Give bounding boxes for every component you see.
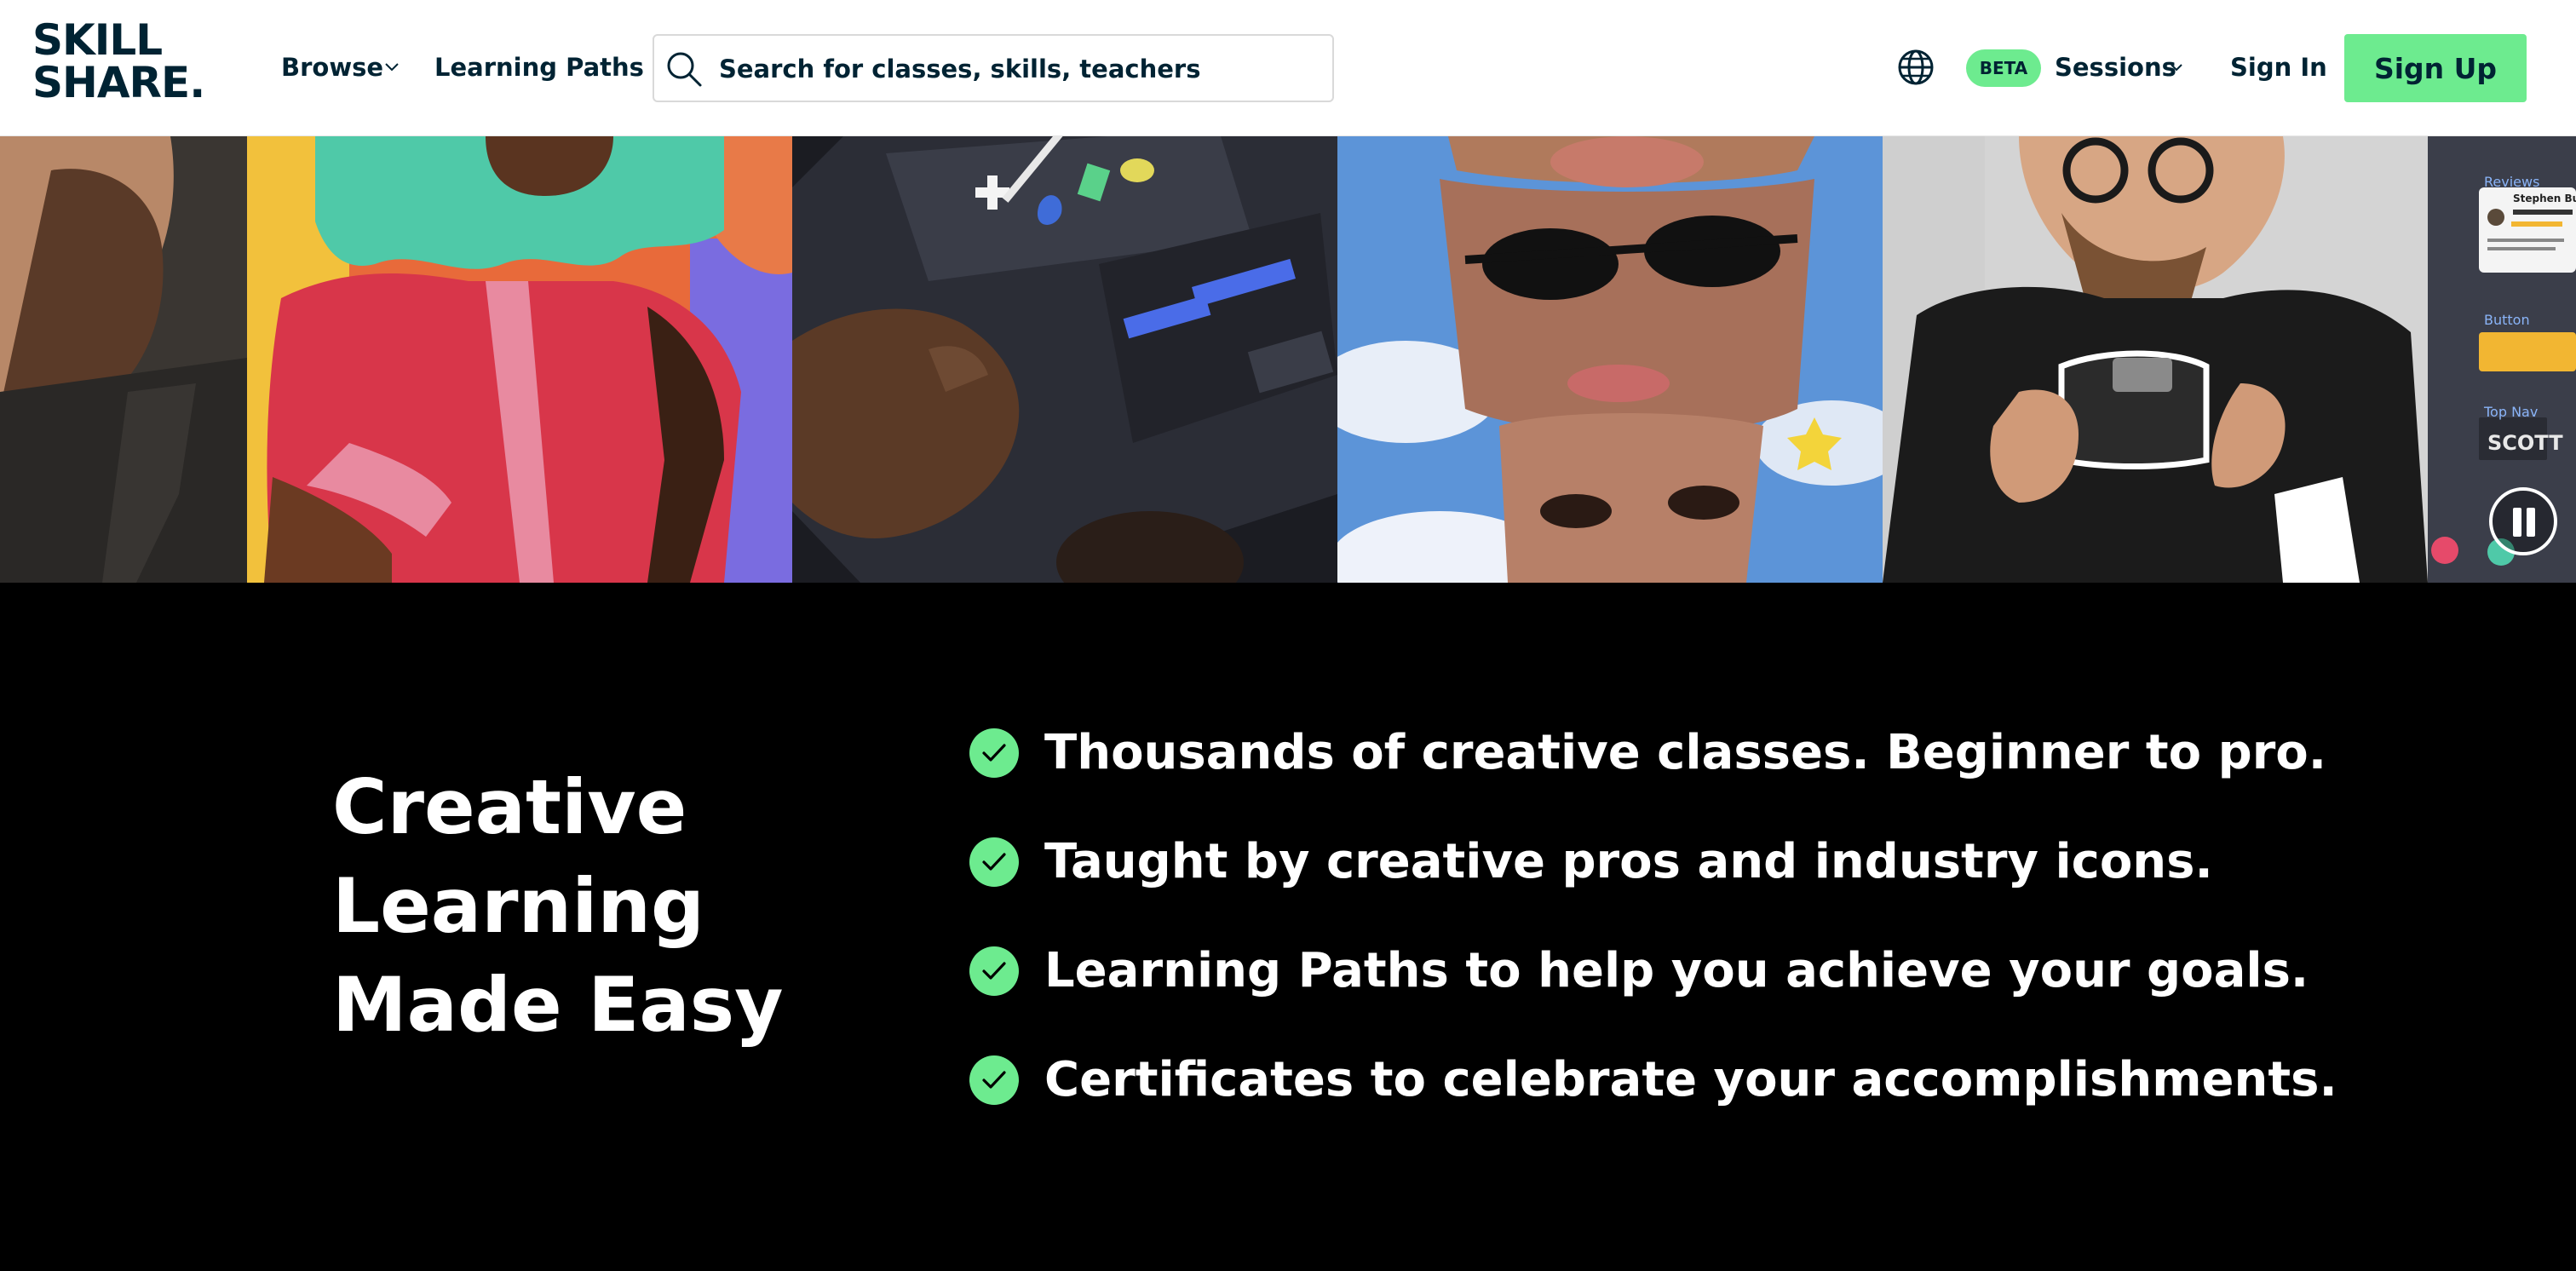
feature-item: Certificates to celebrate your accomplis… xyxy=(969,1047,2337,1115)
bearded-man-illustration xyxy=(0,136,247,583)
headline-line-1: Creative xyxy=(332,763,687,851)
pause-carousel-button[interactable] xyxy=(2489,487,2557,555)
check-icon xyxy=(969,946,1019,996)
learning-paths-link[interactable]: Learning Paths xyxy=(434,48,647,87)
feature-text: Taught by creative pros and industry ico… xyxy=(1044,834,2213,889)
page-headline: Creative Learning Made Easy xyxy=(332,758,809,1055)
chevron-down-icon xyxy=(2171,64,2182,72)
sign-in-link[interactable]: Sign In xyxy=(2230,48,2349,87)
feature-text: Certificates to celebrate your accomplis… xyxy=(1044,1052,2337,1107)
red-shirt-illustration xyxy=(247,136,792,583)
feature-item: Learning Paths to help you achieve your … xyxy=(969,938,2309,1006)
search-icon xyxy=(667,52,702,87)
sessions-menu[interactable]: Sessions xyxy=(2055,48,2191,87)
search-bar[interactable] xyxy=(653,34,1334,102)
site-header: SKILL SHARE. Browse Learning Paths BETA … xyxy=(0,0,2576,136)
skillshare-logo[interactable]: SKILL SHARE. xyxy=(32,19,213,111)
sunglasses-collage-photo xyxy=(1337,136,1883,583)
beta-badge: BETA xyxy=(1966,49,2041,87)
ui-label-top-nav: Top Nav xyxy=(2484,404,2539,420)
feature-item: Thousands of creative classes. Beginner … xyxy=(969,720,2326,788)
globe-icon[interactable] xyxy=(1896,48,1935,87)
feature-text: Thousands of creative classes. Beginner … xyxy=(1044,725,2327,780)
headline-line-3: Made Easy xyxy=(332,961,784,1049)
search-input[interactable] xyxy=(719,48,1315,90)
ui-label-reviews: Reviews xyxy=(2484,174,2540,190)
browse-menu[interactable]: Browse xyxy=(281,48,409,87)
sessions-label: Sessions xyxy=(2055,53,2176,82)
feature-item: Taught by creative pros and industry ico… xyxy=(969,829,2247,897)
man-with-phone-photo xyxy=(1883,136,2428,583)
sign-up-button[interactable]: Sign Up xyxy=(2344,34,2527,102)
check-icon xyxy=(969,1055,1019,1105)
logo-line-1: SKILL xyxy=(32,15,163,65)
hero-image-man-with-phone xyxy=(1883,136,2428,583)
check-icon xyxy=(969,728,1019,778)
logo-line-2: SHARE. xyxy=(32,58,205,107)
ui-label-button: Button xyxy=(2484,312,2530,328)
ui-label-scott: SCOTT xyxy=(2487,431,2563,455)
feature-text: Learning Paths to help you achieve your … xyxy=(1044,943,2309,998)
ui-label-reviewer: Stephen Butler xyxy=(2513,193,2576,204)
chevron-down-icon xyxy=(385,63,399,72)
hero-image-bearded-man xyxy=(0,136,247,583)
hero-image-sunglasses-collage xyxy=(1337,136,1883,583)
browse-label: Browse xyxy=(281,53,384,82)
headline-line-2: Learning xyxy=(332,862,704,950)
hero-image-carousel: Reviews Stephen Butler Button Top Nav SC… xyxy=(0,136,2576,583)
hero-image-illustration-red-shirt xyxy=(247,136,792,583)
tablet-drawing-photo xyxy=(792,136,1337,583)
hero-image-tablet-drawing xyxy=(792,136,1337,583)
check-icon xyxy=(969,837,1019,887)
